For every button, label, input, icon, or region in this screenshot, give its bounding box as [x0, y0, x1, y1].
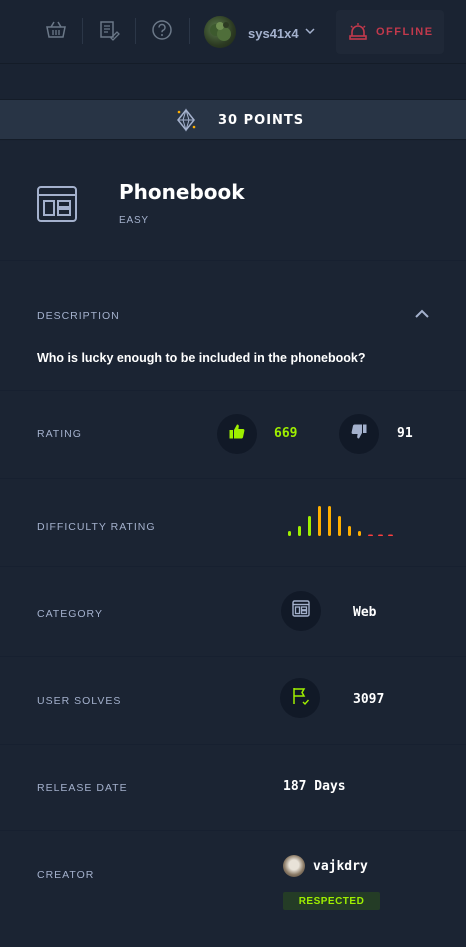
top-bar: sys41x4 OFFLINE [0, 0, 466, 64]
thumbs-down-icon [351, 424, 367, 444]
difficulty-bar [308, 516, 311, 536]
release-date-label: RELEASE DATE [37, 782, 128, 794]
help-icon[interactable] [150, 18, 174, 42]
rating-label: RATING [37, 428, 82, 440]
difficulty-bar [318, 506, 321, 536]
difficulty-rating-label: DIFFICULTY RATING [37, 521, 156, 533]
dislike-button[interactable] [339, 414, 379, 454]
challenge-panel [0, 141, 466, 947]
difficulty-chart [288, 506, 393, 536]
category-icon-circle [281, 591, 321, 631]
creator-avatar[interactable] [283, 855, 305, 877]
user-solves-label: USER SOLVES [37, 695, 122, 707]
release-date-value: 187 Days [283, 779, 346, 794]
vpn-status-icon [348, 22, 368, 42]
difficulty-bar [298, 526, 301, 536]
difficulty-bar [328, 506, 331, 536]
creator-label: CREATOR [37, 869, 95, 881]
user-avatar[interactable] [204, 16, 236, 48]
difficulty-bar [378, 534, 383, 536]
thumbs-up-icon [229, 424, 245, 444]
points-label: 30 POINTS [218, 113, 305, 128]
notes-icon[interactable] [97, 18, 121, 42]
web-window-icon [292, 600, 310, 622]
description-label: DESCRIPTION [37, 310, 120, 322]
diamond-icon [174, 108, 198, 132]
respected-badge: RESPECTED [283, 892, 380, 910]
solves-icon-circle [280, 678, 320, 718]
challenge-difficulty: EASY [119, 215, 149, 226]
flag-icon [290, 686, 310, 711]
points-bar: 30 POINTS [0, 100, 466, 140]
difficulty-bar [368, 534, 373, 536]
status-label: OFFLINE [376, 26, 434, 38]
basket-icon[interactable] [44, 18, 68, 42]
vpn-status-button[interactable]: OFFLINE [336, 10, 444, 54]
difficulty-bar [388, 534, 393, 536]
username[interactable]: sys41x4 [248, 26, 299, 41]
secondary-strip [0, 64, 466, 100]
chevron-down-icon[interactable] [305, 26, 315, 38]
chevron-up-icon[interactable] [414, 307, 430, 321]
like-button[interactable] [217, 414, 257, 454]
user-solves-value: 3097 [353, 692, 385, 707]
challenge-title: Phonebook [119, 180, 245, 204]
difficulty-bar [348, 526, 351, 536]
likes-count: 669 [274, 426, 298, 441]
creator-name[interactable]: vajkdry [313, 859, 368, 874]
dislikes-count: 91 [397, 426, 413, 441]
difficulty-bar [288, 531, 291, 536]
category-label: CATEGORY [37, 608, 103, 620]
category-value: Web [353, 605, 377, 620]
difficulty-bar [338, 516, 341, 536]
web-window-icon [36, 185, 80, 225]
description-text: Who is lucky enough to be included in th… [37, 351, 366, 365]
difficulty-bar [358, 531, 361, 536]
